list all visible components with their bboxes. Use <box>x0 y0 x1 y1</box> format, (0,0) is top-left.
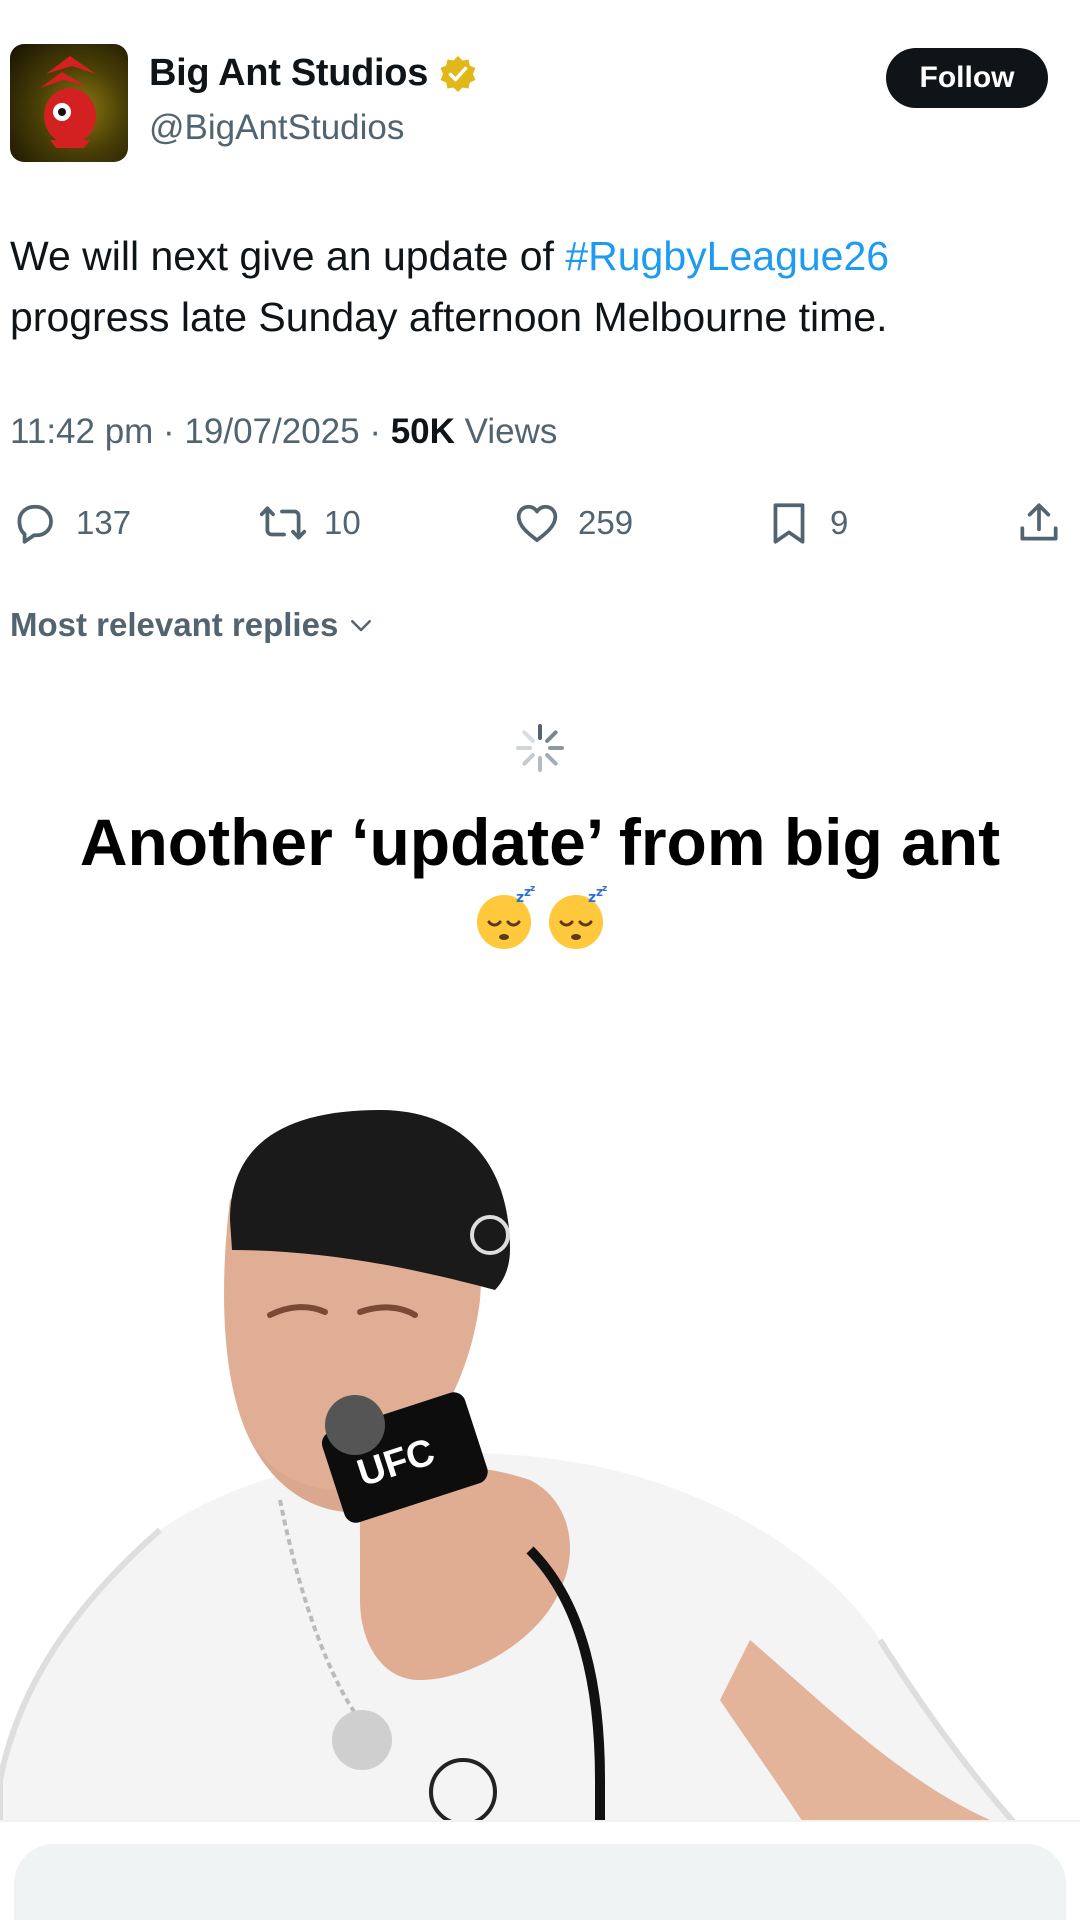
caption-emoji-row: z z z z z z <box>0 884 1080 952</box>
reply-composer-bar <box>0 1820 1080 1920</box>
reply-icon <box>17 504 53 544</box>
verified-gold-icon <box>440 55 476 92</box>
bookmark-action[interactable]: 9 <box>764 498 848 548</box>
author-handle[interactable]: @BigAntStudios <box>149 108 404 148</box>
reply-action[interactable]: 137 <box>10 498 131 548</box>
sleeping-face-icon: z z z <box>549 884 607 949</box>
author-name-row: Big Ant Studios <box>149 52 478 95</box>
share-action[interactable] <box>1014 498 1064 548</box>
author-display-name[interactable]: Big Ant Studios <box>149 52 428 95</box>
views-label: Views <box>454 412 558 451</box>
share-icon <box>1020 503 1058 541</box>
svg-text:z: z <box>602 884 607 894</box>
loading-spinner-icon <box>516 724 564 772</box>
bookmark-count: 9 <box>830 504 849 541</box>
author-avatar[interactable] <box>10 44 128 162</box>
tweet-meta: 11:42 pm · 19/07/2025 · 50K Views <box>10 412 557 452</box>
like-action[interactable]: 259 <box>512 498 633 548</box>
tweet-text-after: progress late Sunday afternoon Melbourne… <box>10 294 888 340</box>
big-ant-logo-icon <box>40 56 96 148</box>
tweet-text: We will next give an update of #RugbyLea… <box>10 226 1050 348</box>
reply-count: 137 <box>76 504 132 541</box>
replies-sort-label: Most relevant replies <box>10 606 339 643</box>
svg-text:z: z <box>530 884 535 894</box>
person-with-microphone-image: UFC <box>0 1110 1060 1920</box>
reply-input[interactable] <box>14 1844 1066 1920</box>
tweet-timestamp[interactable]: 11:42 pm · 19/07/2025 · <box>10 412 391 451</box>
tweet-text-before: We will next give an update of <box>10 233 566 279</box>
replies-sort-dropdown[interactable]: Most relevant replies <box>10 606 376 644</box>
repost-action[interactable]: 10 <box>258 498 361 548</box>
tweet-screen: Big Ant Studios @BigAntStudios Follow We… <box>0 0 1080 1920</box>
repost-count: 10 <box>324 504 361 541</box>
hashtag-link[interactable]: #RugbyLeague26 <box>565 233 889 279</box>
svg-text:z: z <box>516 890 524 906</box>
person-photo: UFC <box>0 1080 1080 1920</box>
bookmark-icon <box>773 503 805 544</box>
views-count: 50K <box>390 412 455 451</box>
sleeping-face-icon: z z z <box>477 884 535 949</box>
like-count: 259 <box>578 504 634 541</box>
video-caption: Another ‘update’ from big ant <box>79 805 1001 879</box>
svg-text:z: z <box>588 890 596 906</box>
chevron-down-icon <box>351 620 372 632</box>
heart-icon <box>516 504 558 542</box>
repost-icon <box>259 506 307 540</box>
follow-button[interactable]: Follow <box>886 48 1048 108</box>
